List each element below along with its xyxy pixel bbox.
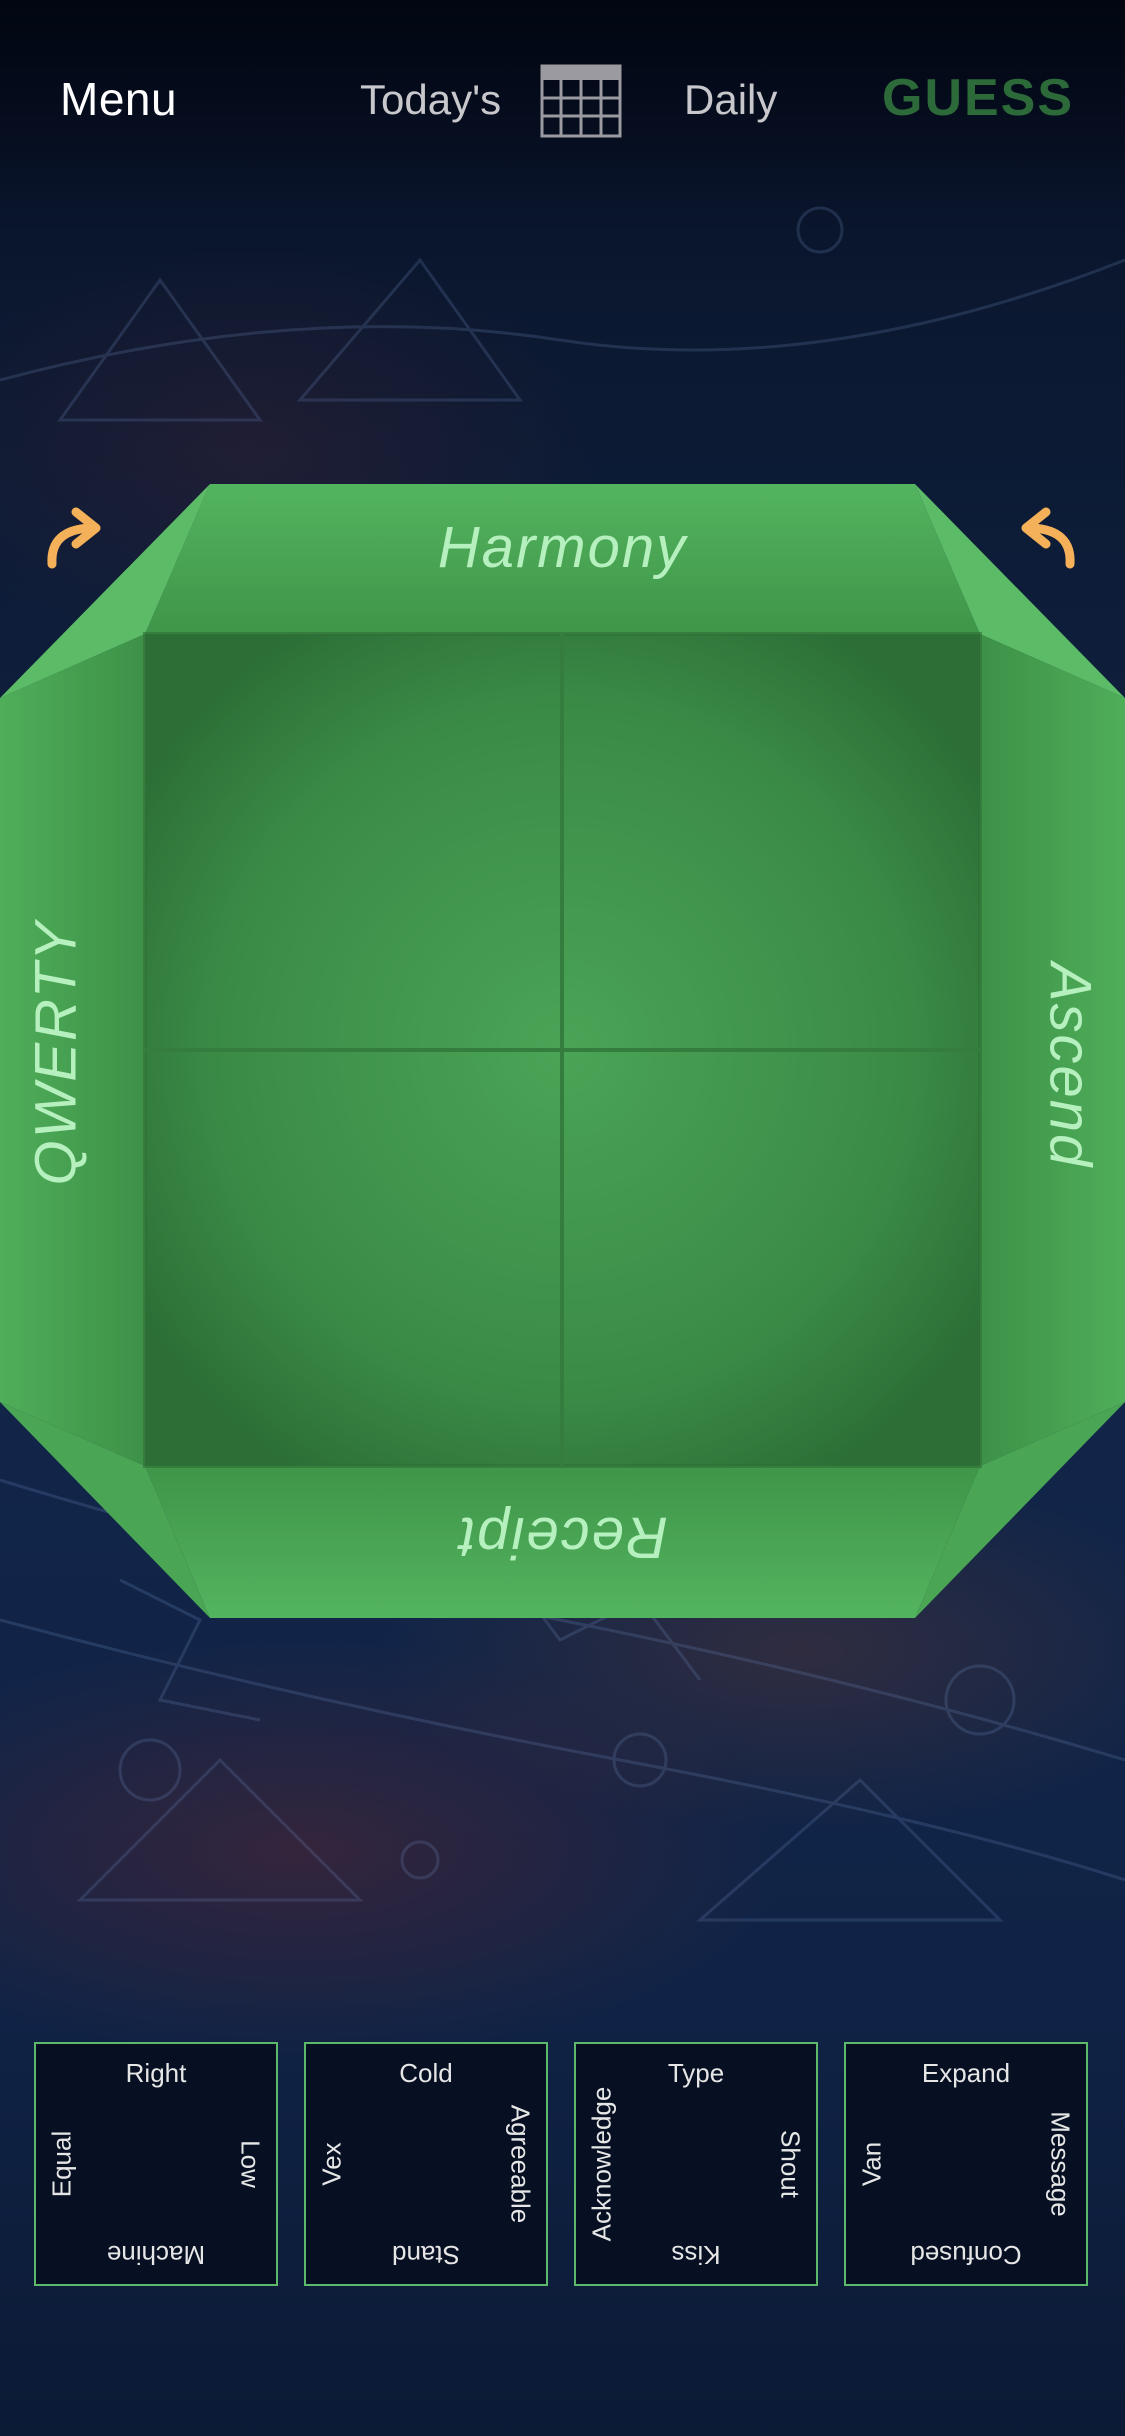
tile-word-left: Equal [46,2130,77,2198]
tile-word-bottom: Machine [106,2240,206,2270]
tile-4[interactable]: Expand Message Confused Van [844,2042,1088,2286]
tile-word-bottom: Stand [392,2240,460,2270]
todays-label[interactable]: Today's [360,76,501,124]
tile-2[interactable]: Cold Agreeable Stand Vex [304,2042,548,2286]
board-label-bottom: Receipt [457,1505,668,1570]
board-label-top: Harmony [437,515,688,580]
tile-word-bottom: Confused [910,2240,1022,2270]
tile-word-right: Agreeable [505,2104,536,2224]
board-shape [0,484,1125,1618]
tile-word-top: Expand [921,2058,1011,2088]
guess-button[interactable]: GUESS [882,68,1074,128]
tile-word-left: Van [856,2141,887,2187]
tile-word-left: Vex [316,2142,347,2186]
calendar-icon[interactable] [540,64,622,138]
tile-word-right: Shout [775,2130,806,2198]
tile-word-left: Acknowledge [586,2086,617,2242]
tile-word-top: Type [667,2058,725,2088]
board-label-left: QWERTY [23,920,89,1186]
tile-word-bottom: Kiss [671,2240,721,2270]
tile-word-right: Message [1045,2111,1076,2217]
tile-word-top: Cold [399,2058,453,2088]
tile-word-top: Right [125,2058,187,2088]
tile-word-right: Low [235,2140,266,2188]
tile-1[interactable]: Right Low Machine Equal [34,2042,278,2286]
tile-tray: Right Low Machine Equal Cold Agreeable S… [34,2042,1094,2290]
rotate-clockwise-arrow-icon[interactable] [40,502,110,572]
puzzle-board: Harmony Receipt QWERTY Ascend [0,484,1125,1618]
board-label-right: Ascend [1037,962,1103,1169]
daily-label[interactable]: Daily [684,76,777,124]
tile-3[interactable]: Type Shout Kiss Acknowledge [574,2042,818,2286]
rotate-counterclockwise-arrow-icon[interactable] [1012,502,1082,572]
menu-button[interactable]: Menu [60,72,177,126]
